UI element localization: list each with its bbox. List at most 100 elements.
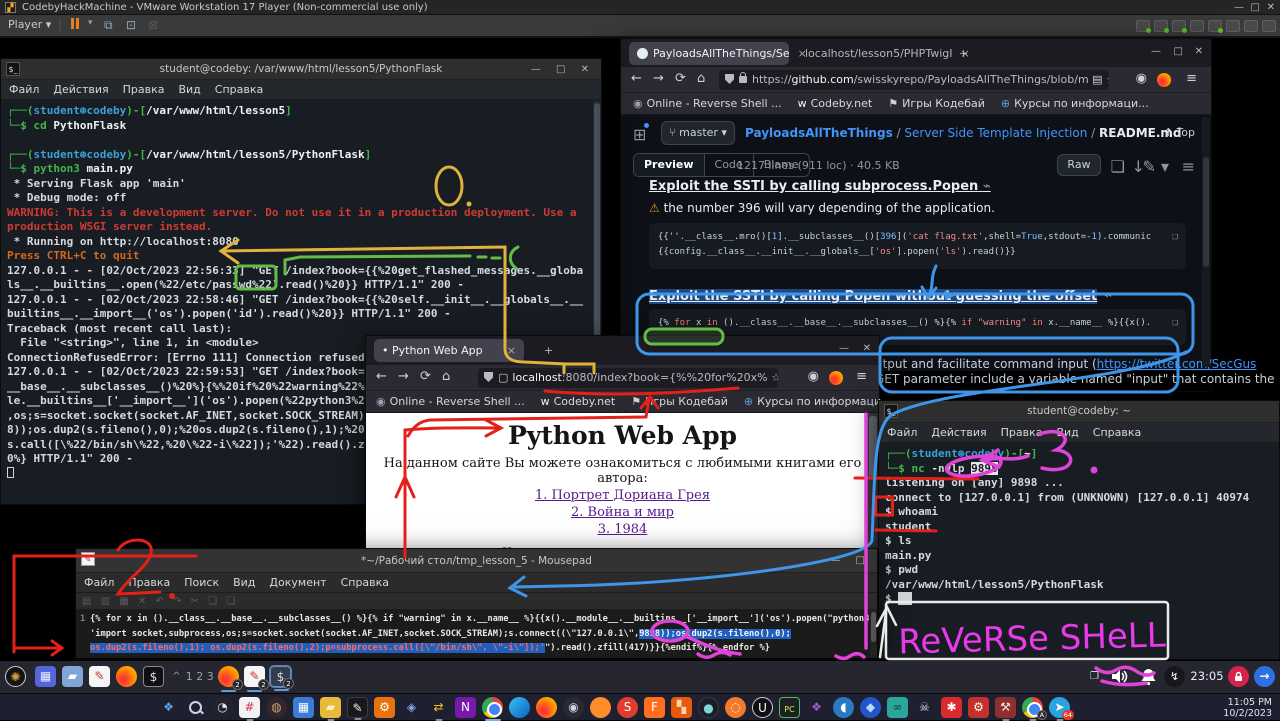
chrome-profile[interactable]: A — [1022, 697, 1043, 718]
photos-app[interactable]: ◍ — [266, 697, 287, 718]
phpstorm[interactable]: ◆ — [860, 697, 881, 718]
vm-device-icon[interactable] — [1154, 20, 1168, 32]
search[interactable] — [185, 697, 206, 718]
bookmark-online-reverse-shell-[interactable]: ◉Online - Reverse Shell ... — [633, 97, 782, 110]
forward-icon[interactable]: → — [653, 71, 664, 86]
mousepad-titlebar[interactable]: ✎ *~/Рабочий стол/tmp_lesson_5 - Mousepa… — [76, 549, 877, 573]
menu-Файл[interactable]: Файл — [887, 423, 917, 443]
carrot-app[interactable] — [590, 697, 611, 718]
pycharm[interactable]: PC — [779, 697, 800, 718]
vmware-close-button[interactable]: ✕ — [1267, 0, 1275, 15]
pocket-icon[interactable]: ◉ — [1136, 71, 1147, 86]
bookmark-online-reverse-shell-[interactable]: ◉Online - Reverse Shell ... — [376, 395, 525, 408]
bookmark--[interactable]: ⚑Игры Кодебай — [631, 395, 728, 408]
menu-icon[interactable]: ≡ — [856, 369, 867, 384]
red-tool-2[interactable]: ⚙ — [968, 697, 989, 718]
chrome[interactable] — [482, 697, 503, 718]
firefox[interactable] — [536, 697, 557, 718]
ff-maximize-button[interactable]: □ — [1174, 46, 1183, 57]
tab-close-icon[interactable]: × — [507, 339, 516, 362]
s-app[interactable]: S — [617, 697, 638, 718]
menu-Документ[interactable]: Документ — [269, 573, 326, 593]
vm-pause-dropdown[interactable]: ▾ — [88, 18, 93, 28]
bookmark--[interactable]: ⊕Курсы по информаци... — [1001, 97, 1149, 110]
bookmark--[interactable]: ⚑Игры Кодебай — [888, 97, 985, 110]
vmware-maximize-button[interactable]: □ — [1251, 0, 1260, 15]
breadcrumb-dir[interactable]: Server Side Template Injection — [904, 126, 1087, 140]
bookmark-codeby-net[interactable]: wCodeby.net — [798, 97, 873, 110]
terminal-flask-titlebar[interactable]: $_ student@codeby: /var/www/html/lesson5… — [1, 59, 601, 80]
copy-code-icon[interactable]: ❏ — [1172, 229, 1178, 244]
vmware-minimize-button[interactable]: — — [1234, 0, 1244, 15]
logout-icon[interactable]: → — [1254, 666, 1275, 687]
red-tool-1[interactable]: ✱ — [941, 697, 962, 718]
tracking-shield-icon[interactable] — [484, 372, 493, 382]
menu-Вид[interactable]: Вид — [233, 573, 255, 593]
bookmark--[interactable]: ⊕Курсы по информаци... — [744, 395, 892, 408]
mousepad-editor[interactable]: 1 {% for x in ().__class__.__base__.__su… — [76, 610, 877, 658]
notifications-bell-icon[interactable] — [1138, 666, 1159, 687]
menu-icon[interactable]: ≡ — [1186, 71, 1197, 86]
menu-Вид[interactable]: Вид — [1056, 423, 1078, 443]
github-scrollbar[interactable] — [1202, 117, 1210, 367]
copy-code-icon[interactable]: ❏ — [1172, 315, 1178, 330]
menu-Справка[interactable]: Справка — [341, 573, 389, 593]
ff-close-button[interactable]: ✕ — [1195, 46, 1203, 57]
menu-Вид[interactable]: Вид — [178, 80, 200, 100]
yellow-tools[interactable]: ⇄ — [428, 697, 449, 718]
volume-icon[interactable] — [1108, 666, 1129, 687]
vmware-player-menu[interactable]: Player ▾ — [8, 18, 51, 31]
forward-icon[interactable]: → — [398, 369, 409, 384]
vm-ctrl-alt-del-icon[interactable]: ⧉ — [104, 18, 113, 33]
terminal-nc-output[interactable]: ┌──(student⊛codeby)-[~]└─$ nc -nvlp 9898… — [879, 443, 1279, 659]
start[interactable]: ❖ — [158, 697, 179, 718]
menu-Файл[interactable]: Файл — [9, 80, 39, 100]
back-icon[interactable]: ← — [376, 369, 387, 384]
view-tab-preview[interactable]: Preview — [634, 154, 705, 176]
branch-selector[interactable]: ⑂ master ▾ — [661, 121, 735, 145]
telegram[interactable]: ➤64 — [1049, 697, 1070, 718]
app-menu[interactable]: ▦ — [35, 666, 56, 687]
new-tab-button[interactable]: + — [536, 339, 561, 362]
vm-device-icon[interactable] — [1136, 20, 1150, 32]
firefox-window[interactable]: 2 — [218, 666, 239, 687]
edit-pencil-icon[interactable]: ✎ ▾ — [1142, 157, 1169, 176]
firefox-account-icon[interactable] — [829, 371, 843, 385]
back-to-top-link[interactable]: ↑ Top — [1164, 126, 1195, 139]
host-clock[interactable]: 11:05 PM10/2/2023 — [1223, 697, 1272, 719]
menu-Правка[interactable]: Правка — [128, 573, 170, 593]
menu-Правка[interactable]: Правка — [1001, 423, 1043, 443]
menu-Справка[interactable]: Справка — [215, 80, 263, 100]
menu-Правка[interactable]: Правка — [123, 80, 165, 100]
unreal[interactable]: U — [752, 697, 773, 718]
lock-screen-icon[interactable] — [1228, 666, 1249, 687]
book-link[interactable]: 1. Портрет Дориана Грея — [366, 488, 879, 503]
window-controls[interactable]: — □ — [830, 549, 871, 573]
tab-payloadsallthethings[interactable]: PayloadsAllTheThings/Se× — [629, 42, 789, 65]
book-link[interactable]: 2. Война и мир — [366, 505, 879, 520]
ff-minimize-button[interactable]: — — [1151, 46, 1161, 57]
bookmark-star-icon[interactable]: ☆ — [1106, 73, 1109, 86]
tracking-shield-icon[interactable] — [725, 74, 734, 84]
show-desktop-icon[interactable]: ❐ — [1084, 666, 1105, 687]
reader-icon[interactable]: ▤ — [1092, 73, 1102, 86]
red-tool-3[interactable]: ⚒ — [995, 697, 1016, 718]
terminal-launcher[interactable]: $ — [143, 666, 164, 687]
mousepad-window[interactable]: ✎2 — [244, 666, 265, 687]
file-explorer[interactable]: ▰ — [320, 697, 341, 718]
breadcrumb-repo[interactable]: PayloadsAllTheThings — [745, 126, 893, 140]
home-icon[interactable]: ⌂ — [697, 71, 705, 86]
menu-Действия[interactable]: Действия — [931, 423, 986, 443]
firefox-launcher[interactable] — [116, 666, 137, 687]
vscode[interactable]: ◖ — [833, 697, 854, 718]
teal-app[interactable]: ∞ — [887, 697, 908, 718]
virtualbox[interactable]: ◈ — [401, 697, 422, 718]
slack[interactable]: # — [239, 697, 260, 718]
heading-subprocess-popen[interactable]: Exploit the SSTI by calling subprocess.P… — [649, 179, 991, 195]
bookmark-star-icon[interactable]: ☆ — [771, 371, 778, 384]
webapp-urlbar[interactable]: ▢localhost:8080/index?book={%%20for%20x%… — [478, 368, 778, 388]
blender[interactable]: ◌ — [725, 697, 746, 718]
cinema4d[interactable]: ● — [698, 697, 719, 718]
terminal-nc-titlebar[interactable]: $_ student@codeby: ~ — [879, 401, 1279, 423]
tab-python-web-app[interactable]: • Python Web App× — [374, 339, 524, 362]
